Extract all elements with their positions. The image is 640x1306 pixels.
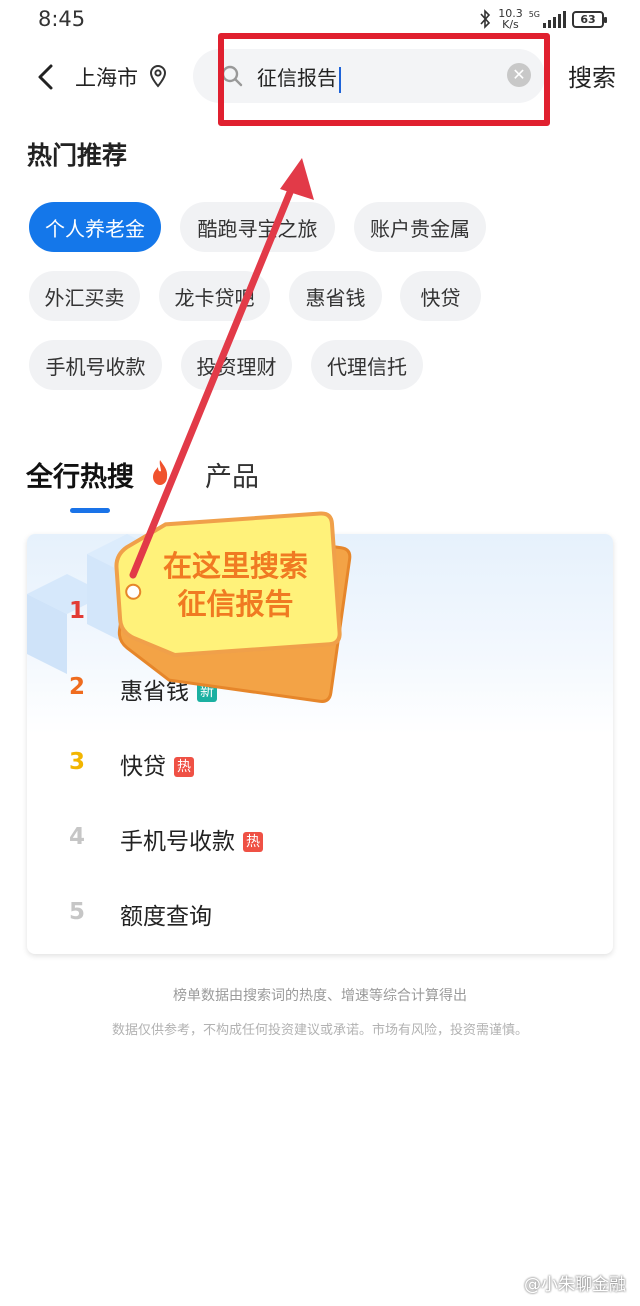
text-caret [339,66,341,93]
rank-text: 惠省钱新 [120,672,217,706]
chip-trust[interactable]: 代理信托 [311,340,423,390]
rank-number: 3 [69,749,86,775]
chip-loan-bar[interactable]: 龙卡贷吧 [159,271,270,321]
location-pin-icon[interactable] [148,64,168,88]
network-speed: 10.3 K/s [498,7,523,31]
city-selector[interactable]: 上海市 [75,62,138,92]
rank-number: 2 [69,674,86,700]
rank-text: 手机号收款热 [120,822,263,856]
rank-number: 5 [69,899,86,925]
ranking-row-3[interactable]: 3 快贷热 [27,729,613,803]
watermark: @小朱聊金融 [524,1275,626,1295]
tab-hot-search[interactable]: 全行热搜 [26,455,134,494]
search-header: 上海市 征信报告 ✕ 搜索 [0,40,640,116]
chip-quick-loan[interactable]: 快贷 [400,271,481,321]
search-button[interactable]: 搜索 [568,58,616,93]
chip-phone-payment[interactable]: 手机号收款 [29,340,162,390]
signal-icon: 5G [529,10,566,28]
search-input[interactable]: 征信报告 ✕ [193,49,545,103]
search-query: 征信报告 [257,62,341,93]
chip-precious-metal[interactable]: 账户贵金属 [354,202,486,252]
chip-pension[interactable]: 个人养老金 [29,202,161,252]
new-badge: 新 [197,682,217,702]
clear-icon[interactable]: ✕ [507,63,531,87]
status-icons: 10.3 K/s 5G 63 [478,7,607,31]
rank-text: 额度查询 [120,904,212,930]
hot-badge: 热 [174,757,194,777]
status-bar: 8:45 10.3 K/s 5G 63 [0,0,640,40]
chip-forex[interactable]: 外汇买卖 [29,271,140,321]
tab-products[interactable]: 产品 [205,455,259,494]
fire-icon [153,460,168,485]
ranking-row-2[interactable]: 2 惠省钱新 [27,654,613,728]
tab-active-indicator [70,508,110,513]
chip-investment[interactable]: 投资理财 [181,340,292,390]
chip-save-money[interactable]: 惠省钱 [289,271,382,321]
battery-icon: 63 [572,10,607,28]
status-time: 8:45 [38,7,86,31]
hot-recommend-title: 热门推荐 [27,141,128,170]
ranking-row-4[interactable]: 4 手机号收款热 [27,804,613,878]
disclaimer: 数据仅供参考，不构成任何投资建议或承诺。市场有风险，投资需谨慎。 [111,1023,528,1038]
bluetooth-icon [480,9,491,29]
chip-treasure-run[interactable]: 酷跑寻宝之旅 [180,202,335,252]
rank-number: 4 [69,824,86,850]
back-arrow-icon[interactable] [32,62,60,92]
arrow-head-icon [280,158,314,200]
search-icon [221,65,243,87]
annotation-label: 在这里搜索 征信报告 [162,549,308,621]
hot-badge: 热 [243,832,263,852]
rank-number: 1 [69,598,86,624]
ranking-row-5[interactable]: 5 额度查询 [27,879,613,953]
ranking-note: 榜单数据由搜索词的热度、增速等综合计算得出 [173,988,467,1004]
rank-text: 快贷热 [120,747,194,781]
